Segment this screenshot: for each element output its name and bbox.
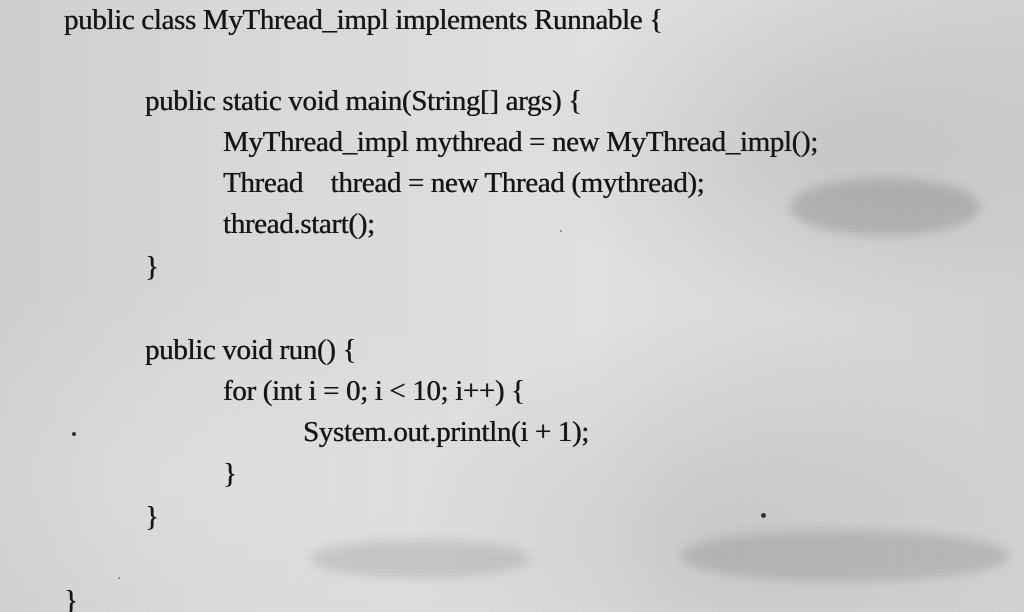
scan-speck (560, 230, 562, 232)
scan-shadow (790, 178, 980, 236)
scan-shadow (680, 530, 1010, 582)
run-method-close-brace: } (145, 501, 159, 533)
object-instantiation-line: MyThread_impl mythread = new MyThread_im… (223, 126, 818, 158)
scan-speck (118, 577, 120, 579)
run-method-declaration-line: public void run() { (145, 334, 357, 366)
for-loop-line: for (int i = 0; i < 10; i++) { (223, 375, 525, 407)
main-method-close-brace: } (145, 251, 159, 283)
class-close-brace: } (64, 585, 78, 612)
class-declaration-line: public class MyThread_impl implements Ru… (64, 4, 663, 36)
thread-instantiation-line: Thread thread = new Thread (mythread); (223, 167, 705, 199)
scan-speck (761, 513, 766, 518)
main-method-declaration-line: public static void main(String[] args) { (145, 85, 582, 117)
code-snippet-page: public class MyThread_impl implements Ru… (0, 0, 1024, 612)
scan-shadow (310, 540, 530, 578)
print-statement-line: System.out.println(i + 1); (303, 416, 589, 448)
thread-start-line: thread.start(); (223, 208, 375, 240)
for-loop-close-brace: } (223, 458, 237, 490)
scan-speck (72, 432, 76, 436)
